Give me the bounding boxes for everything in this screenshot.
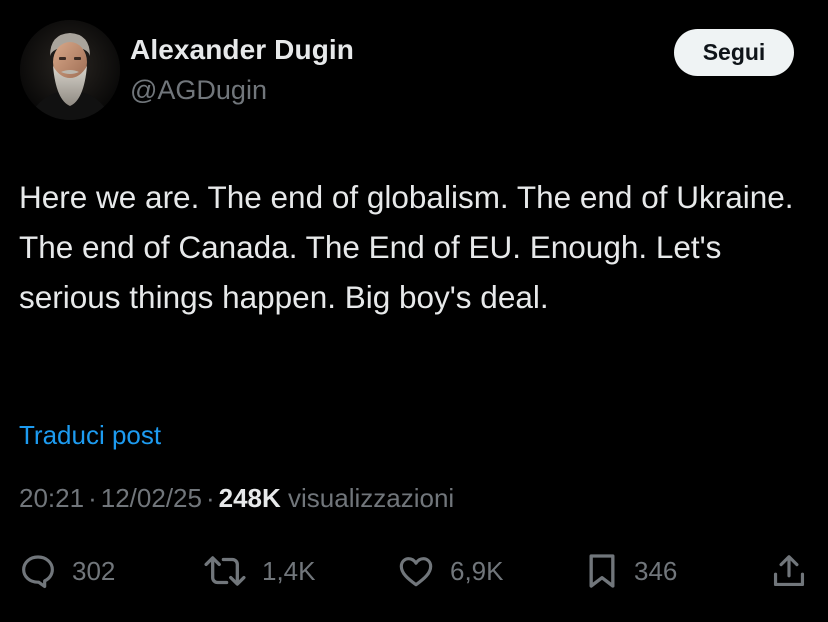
share-button[interactable]	[770, 551, 808, 591]
heart-icon	[396, 551, 436, 591]
like-count: 6,9K	[450, 555, 504, 586]
avatar-portrait-image	[20, 20, 120, 120]
share-icon	[770, 551, 808, 591]
repost-icon	[202, 551, 248, 591]
reply-button[interactable]: 302	[18, 551, 115, 591]
post-date[interactable]: 12/02/25	[101, 483, 202, 513]
post-meta: 20:21 · 12/02/25 · 248K visualizzazioni	[19, 483, 454, 514]
views-label: visualizzazioni	[288, 483, 455, 513]
repost-count: 1,4K	[262, 555, 316, 586]
repost-button[interactable]: 1,4K	[202, 551, 316, 591]
bookmark-count: 346	[634, 555, 678, 586]
bookmark-icon	[584, 551, 620, 591]
like-button[interactable]: 6,9K	[396, 551, 504, 591]
bookmark-button[interactable]: 346	[584, 551, 677, 591]
translate-post-link[interactable]: Traduci post	[19, 420, 161, 451]
meta-separator: ·	[88, 483, 97, 513]
author-name[interactable]: Alexander Dugin	[130, 34, 354, 66]
follow-button[interactable]: Segui	[674, 29, 794, 76]
post-time[interactable]: 20:21	[19, 483, 84, 513]
reply-icon	[18, 551, 58, 591]
views-count: 248K	[218, 483, 281, 513]
post-detail: Alexander Dugin @AGDugin Segui Here we a…	[0, 0, 828, 622]
author-handle[interactable]: @AGDugin	[130, 75, 267, 106]
avatar[interactable]	[20, 20, 120, 120]
meta-separator: ·	[205, 483, 215, 513]
post-text: Here we are. The end of globalism. The e…	[19, 179, 794, 315]
reply-count: 302	[72, 555, 116, 586]
